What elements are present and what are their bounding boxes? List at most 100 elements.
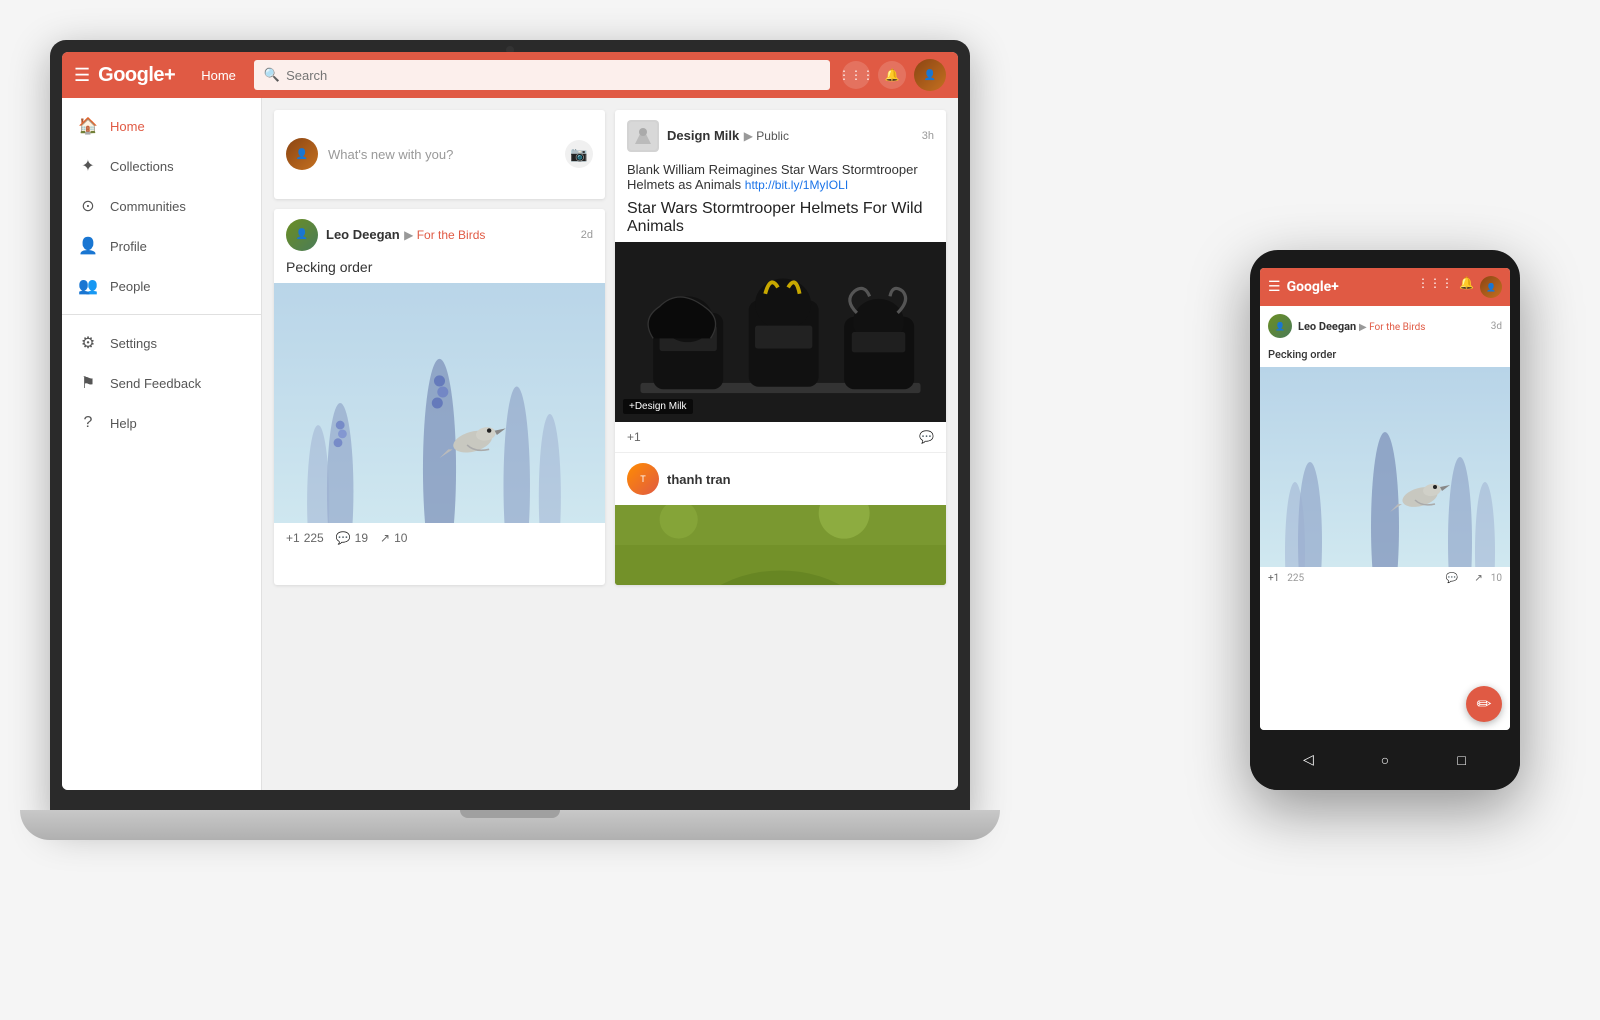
compose-input-placeholder[interactable]: What's new with you? [328, 147, 555, 162]
hamburger-icon[interactable]: ☰ [74, 65, 90, 86]
share-icon: ↗ [380, 531, 390, 545]
phone-share-count: 10 [1491, 573, 1502, 584]
gplus-logo: Google+ [98, 64, 175, 87]
comment-icon: 💬 [336, 531, 351, 545]
post1-community[interactable]: For the Birds [417, 228, 486, 242]
phone-post-avatar: 👤 [1268, 314, 1292, 338]
post2-plus1-icon: +1 [627, 430, 641, 444]
phone-post-title: Pecking order [1260, 346, 1510, 367]
fab-compose-button[interactable]: ✏ [1466, 686, 1502, 722]
phone-apps-icon[interactable]: ⋮⋮⋮ [1417, 276, 1453, 298]
sidebar-communities-label: Communities [110, 199, 186, 214]
post2-plus1-button[interactable]: +1 [627, 430, 641, 444]
thanh-avatar: T [627, 463, 659, 495]
post-card-2: Design Milk ▶ Public 3h Blank William Re… [615, 110, 946, 585]
sidebar-feedback-label: Send Feedback [110, 376, 201, 391]
phone-screen: ☰ Google+ ⋮⋮⋮ 🔔 👤 👤 [1260, 268, 1510, 730]
communities-icon: ⊙ [78, 196, 98, 216]
sidebar-home-label: Home [110, 119, 145, 134]
phone-content: 👤 Leo Deegan ▶ For the Birds 3d Pecking … [1260, 306, 1510, 730]
phone-post-header: 👤 Leo Deegan ▶ For the Birds 3d [1260, 306, 1510, 346]
phone-post-image [1260, 367, 1510, 567]
phone: ☰ Google+ ⋮⋮⋮ 🔔 👤 👤 [1250, 250, 1520, 790]
laptop-screen-bezel: ☰ Google+ Home 🔍 ⋮⋮⋮ 🔔 👤 [62, 52, 958, 790]
dm-label: +Design Milk [623, 399, 693, 414]
post3-header: T thanh tran [615, 452, 946, 585]
laptop-body: ☰ Google+ Home 🔍 ⋮⋮⋮ 🔔 👤 [50, 40, 970, 820]
home-tab[interactable]: Home [191, 68, 246, 83]
photo-upload-button[interactable]: 📷 [565, 140, 593, 168]
post2-comment-button[interactable]: 💬 [919, 430, 934, 444]
post2-visibility: Public [756, 129, 789, 143]
scene: ☰ Google+ Home 🔍 ⋮⋮⋮ 🔔 👤 [0, 0, 1600, 1020]
topbar: ☰ Google+ Home 🔍 ⋮⋮⋮ 🔔 👤 [62, 52, 958, 98]
post2-title: Star Wars Stormtrooper Helmets For Wild … [615, 194, 946, 242]
post1-image [274, 283, 605, 523]
phone-share-btn[interactable]: ↗ [1474, 573, 1482, 584]
sidebar-item-collections[interactable]: ✦ Collections [62, 146, 261, 186]
feedback-icon: ⚑ [78, 373, 98, 393]
phone-post-author: Leo Deegan [1298, 320, 1356, 333]
laptop-screen: ☰ Google+ Home 🔍 ⋮⋮⋮ 🔔 👤 [62, 52, 958, 790]
phone-plus1-btn[interactable]: +1 [1268, 573, 1279, 584]
notifications-icon[interactable]: 🔔 [878, 61, 906, 89]
plus1-button[interactable]: +1 225 [286, 531, 324, 545]
search-bar[interactable]: 🔍 [254, 60, 830, 90]
laptop: ☰ Google+ Home 🔍 ⋮⋮⋮ 🔔 👤 [50, 40, 970, 880]
post2-header: Design Milk ▶ Public 3h [615, 110, 946, 158]
post2-footer: +1 💬 [615, 422, 946, 452]
phone-hamburger-icon[interactable]: ☰ [1268, 279, 1281, 295]
fab-pencil-icon: ✏ [1476, 694, 1491, 715]
post1-meta: Leo Deegan ▶ For the Birds [326, 226, 573, 244]
search-icon: 🔍 [264, 67, 280, 83]
phone-back-button[interactable]: ◁ [1298, 750, 1318, 770]
sidebar-help-label: Help [110, 416, 137, 431]
phone-notifications-icon[interactable]: 🔔 [1459, 276, 1474, 298]
search-input[interactable] [286, 68, 820, 83]
compose-avatar: 👤 [286, 138, 318, 170]
phone-home-button[interactable]: ○ [1375, 750, 1395, 770]
sidebar-item-feedback[interactable]: ⚑ Send Feedback [62, 363, 261, 403]
phone-user-avatar[interactable]: 👤 [1480, 276, 1502, 298]
share-button[interactable]: ↗ 10 [380, 531, 407, 545]
sidebar-item-settings[interactable]: ⚙ Settings [62, 323, 261, 363]
post2-comment-icon: 💬 [919, 430, 934, 444]
profile-icon: 👤 [78, 236, 98, 256]
post1-author: Leo Deegan [326, 227, 400, 242]
post1-time: 2d [581, 229, 593, 241]
phone-topbar: ☰ Google+ ⋮⋮⋮ 🔔 👤 [1260, 268, 1510, 306]
share-count: 10 [394, 531, 407, 545]
phone-comment-btn[interactable]: 💬 [1446, 573, 1458, 584]
sidebar-profile-label: Profile [110, 239, 147, 254]
post2-link[interactable]: http://bit.ly/1MyIOLI [745, 178, 848, 192]
post2-meta: Design Milk ▶ Public [667, 127, 914, 145]
post2-image: +Design Milk [615, 242, 946, 422]
sidebar-divider [62, 314, 261, 315]
sidebar-people-label: People [110, 279, 150, 294]
sidebar-item-profile[interactable]: 👤 Profile [62, 226, 261, 266]
topbar-actions: ⋮⋮⋮ 🔔 👤 [842, 59, 946, 91]
user-avatar[interactable]: 👤 [914, 59, 946, 91]
main-content: 👤 What's new with you? 📷 👤 [262, 98, 958, 790]
app-body: 🏠 Home ✦ Collections ⊙ Communities [62, 98, 958, 790]
post1-header: 👤 Leo Deegan ▶ For the Birds 2d [274, 209, 605, 257]
laptop-hinge [460, 810, 560, 818]
post2-avatar [627, 120, 659, 152]
comment-button[interactable]: 💬 19 [336, 531, 368, 545]
post1-avatar: 👤 [286, 219, 318, 251]
laptop-base [20, 810, 1000, 840]
phone-recents-button[interactable]: □ [1452, 750, 1472, 770]
phone-footer: +1 225 💬 ↗ 10 [1260, 567, 1510, 590]
post1-title: Pecking order [274, 257, 605, 283]
sidebar-item-help[interactable]: ? Help [62, 403, 261, 443]
sidebar-item-people[interactable]: 👥 People [62, 266, 261, 306]
sidebar-settings-label: Settings [110, 336, 157, 351]
phone-gplus-app: ☰ Google+ ⋮⋮⋮ 🔔 👤 👤 [1260, 268, 1510, 730]
phone-post-community[interactable]: For the Birds [1369, 322, 1425, 333]
apps-icon[interactable]: ⋮⋮⋮ [842, 61, 870, 89]
post1-footer: +1 225 💬 19 ↗ [274, 523, 605, 553]
post3-image [615, 505, 946, 585]
post-card-1: 👤 Leo Deegan ▶ For the Birds 2d [274, 209, 605, 586]
sidebar-item-home[interactable]: 🏠 Home [62, 106, 261, 146]
sidebar-item-communities[interactable]: ⊙ Communities [62, 186, 261, 226]
